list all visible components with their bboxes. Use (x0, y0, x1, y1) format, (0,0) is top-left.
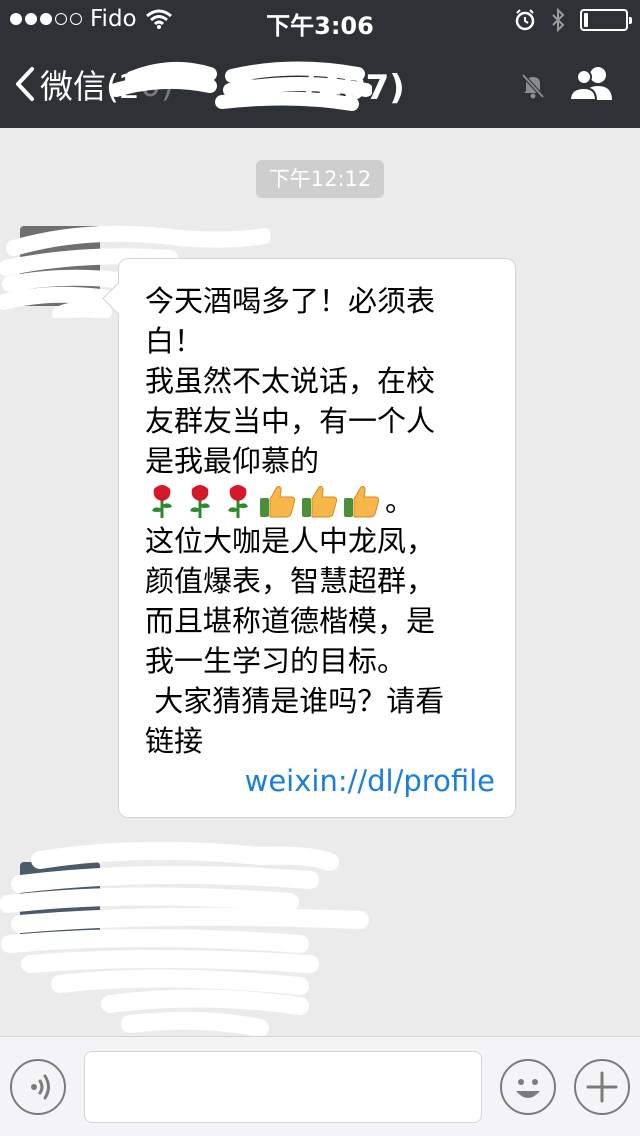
thumbs-up-icon (260, 486, 296, 518)
message-timestamp: 下午12:12 (256, 160, 384, 198)
back-button[interactable]: 微信(2 0) (14, 60, 174, 108)
top-bar: Fido 下午3:06 微信(2 0) 大...(407) (0, 0, 640, 128)
message-input[interactable] (84, 1051, 482, 1123)
profile-link[interactable]: weixin://dl/profile (145, 761, 495, 801)
message-line: 大家猜猜是谁吗？请看 (145, 684, 445, 718)
emoji-button[interactable] (500, 1059, 556, 1115)
message-line: 我虽然不太说话，在校 (145, 364, 436, 398)
input-bar (0, 1036, 640, 1136)
group-members-icon[interactable] (568, 64, 616, 104)
message-line: 这位大咖是人中龙凤， (145, 524, 436, 558)
thumbs-up-icon (344, 486, 380, 518)
rose-icon (228, 485, 248, 518)
sender-avatar-2[interactable] (20, 862, 100, 942)
rose-icon (152, 485, 172, 518)
message-line: 链接 (145, 724, 204, 758)
battery-icon (580, 9, 632, 31)
emoji-row: 。 (145, 481, 495, 521)
battery-level (584, 13, 588, 27)
message-line: 今天酒喝多了！必须表 (145, 284, 436, 318)
back-label-suffix: 0) (139, 64, 174, 104)
chevron-left-icon (16, 67, 34, 101)
message-line: 白！ (145, 324, 204, 358)
emoji-icon (516, 1079, 540, 1098)
plus-icon (586, 1071, 618, 1103)
message-bubble[interactable]: 今天酒喝多了！必须表 白！ 我虽然不太说话，在校 友群友当中，有一个人 是我最仰… (118, 258, 516, 818)
voice-button[interactable] (10, 1059, 66, 1115)
back-label: 微信(2 (40, 67, 140, 106)
sender-avatar[interactable] (20, 226, 100, 306)
message-line: 是我最仰慕的 (145, 444, 320, 478)
message-line: 友群友当中，有一个人 (145, 404, 436, 438)
chat-title: 大...(407) (230, 68, 405, 108)
status-bar: Fido 下午3:06 (0, 0, 640, 40)
message-line: 而且堪称道德楷模，是 (145, 604, 436, 638)
thumbs-up-icon (302, 486, 338, 518)
bluetooth-icon (552, 8, 565, 32)
emoji-row-trailing: 。 (385, 484, 415, 518)
mute-bell-icon (521, 73, 545, 99)
voice-icon (31, 1074, 50, 1100)
plus-button[interactable] (574, 1059, 630, 1115)
message-line: 颜值爆表，智慧超群， (145, 564, 436, 598)
rose-icon (190, 485, 210, 518)
status-right (514, 8, 632, 32)
message-line: 我一生学习的目标。 (145, 644, 407, 678)
alarm-icon (515, 9, 535, 31)
nav-bar: 微信(2 0) 大...(407) (0, 40, 640, 128)
